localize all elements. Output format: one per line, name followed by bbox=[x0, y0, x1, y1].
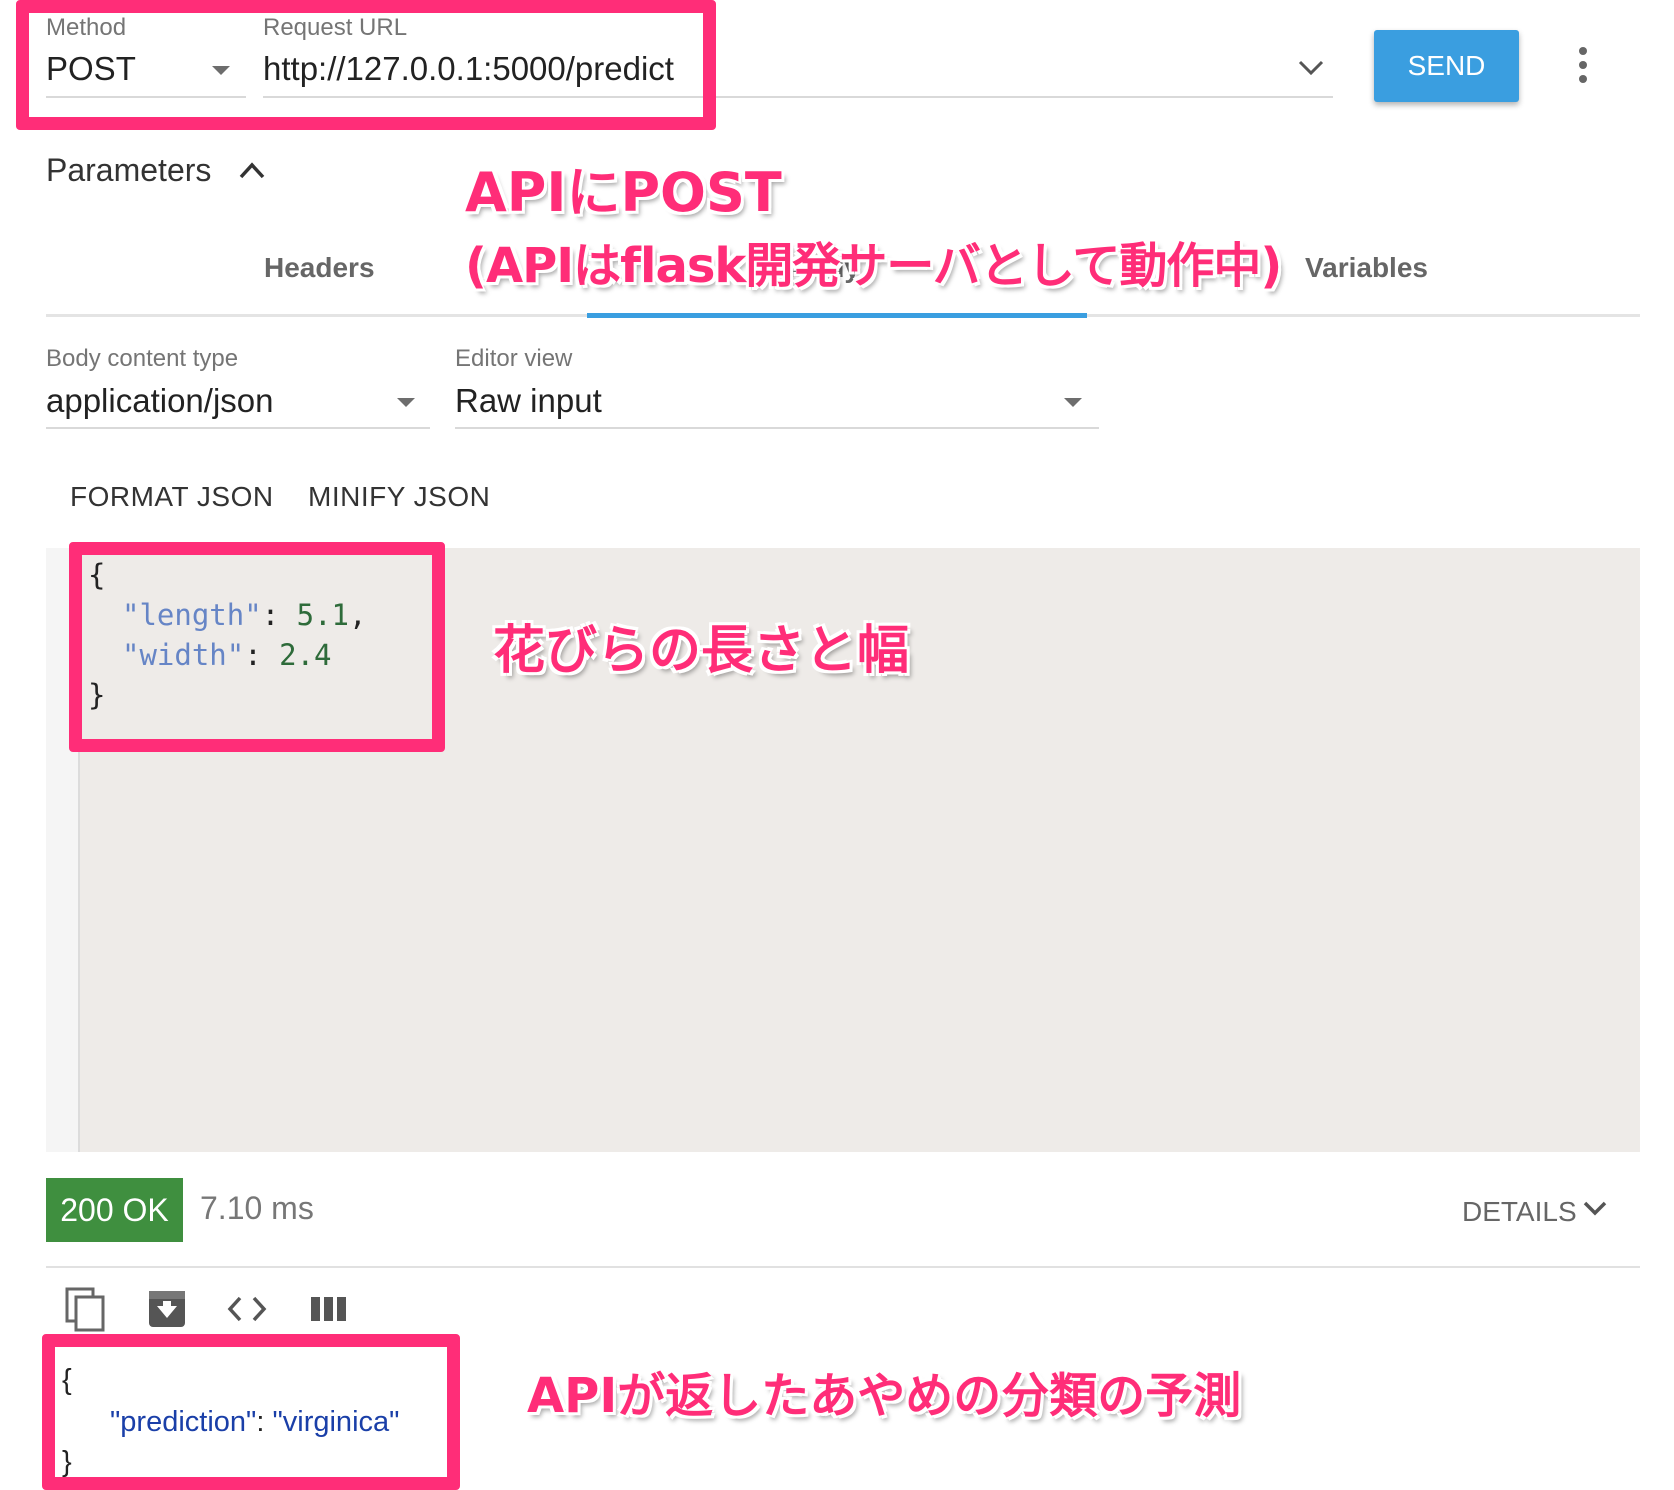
chevron-down-icon[interactable] bbox=[1296, 56, 1326, 80]
chevron-up-icon[interactable] bbox=[238, 160, 266, 180]
editor-view-dropdown-icon[interactable] bbox=[1064, 398, 1082, 407]
details-chevron-icon[interactable] bbox=[1582, 1198, 1608, 1220]
editor-view-underline bbox=[455, 427, 1099, 429]
response-time: 7.10 ms bbox=[200, 1190, 314, 1226]
columns-icon[interactable] bbox=[310, 1294, 348, 1324]
annotation-box-response bbox=[42, 1334, 460, 1490]
send-button[interactable]: SEND bbox=[1374, 30, 1519, 102]
parameters-title: Parameters bbox=[46, 152, 212, 188]
annotation-post-sub: (APIはflask開発サーバとして動作中) bbox=[465, 238, 1282, 294]
annotation-box-body bbox=[69, 542, 445, 752]
more-vert-icon[interactable] bbox=[1576, 46, 1590, 86]
content-type-underline bbox=[46, 427, 430, 429]
response-divider bbox=[46, 1266, 1640, 1268]
tab-variables[interactable]: Variables bbox=[1305, 252, 1428, 284]
code-icon[interactable] bbox=[226, 1294, 268, 1324]
annotation-box-request bbox=[16, 0, 716, 130]
details-button[interactable]: DETAILS bbox=[1462, 1196, 1577, 1228]
status-badge: 200 OK bbox=[46, 1178, 183, 1242]
save-icon[interactable] bbox=[148, 1290, 186, 1328]
format-json-button[interactable]: FORMAT JSON bbox=[70, 481, 274, 513]
annotation-post-title: APIにPOST bbox=[465, 161, 782, 224]
annotation-petal: 花びらの長さと幅 bbox=[493, 621, 910, 681]
content-type-select[interactable]: application/json bbox=[46, 382, 274, 420]
active-tab-indicator bbox=[587, 313, 1087, 318]
content-type-label: Body content type bbox=[46, 345, 239, 372]
minify-json-button[interactable]: MINIFY JSON bbox=[308, 481, 490, 513]
editor-view-label: Editor view bbox=[455, 345, 573, 372]
editor-view-select[interactable]: Raw input bbox=[455, 382, 602, 420]
annotation-prediction: APIが返したあやめの分類の予測 bbox=[527, 1368, 1242, 1424]
tab-headers[interactable]: Headers bbox=[264, 252, 375, 284]
copy-icon[interactable] bbox=[64, 1286, 106, 1332]
content-type-dropdown-icon[interactable] bbox=[397, 398, 415, 407]
